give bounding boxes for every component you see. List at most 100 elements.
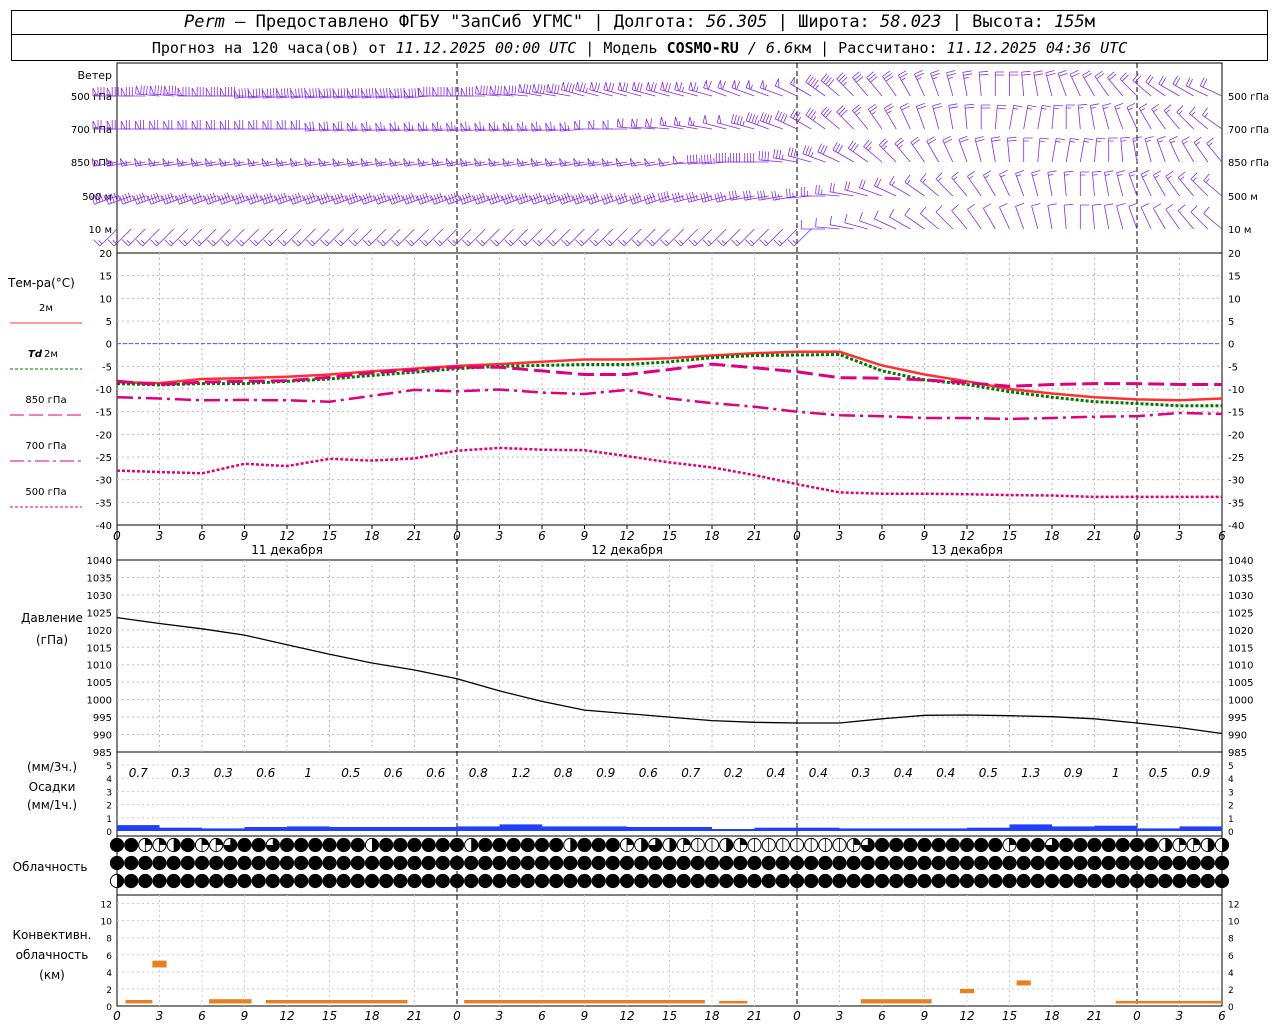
cloud-cover-symbol <box>279 855 295 871</box>
wind-barb <box>403 121 429 132</box>
cloud-cover-symbol <box>676 873 691 889</box>
cloud-cover-quarter-fill <box>1009 838 1017 845</box>
wind-barb <box>446 121 472 132</box>
wind-barb <box>805 74 826 97</box>
conv-tick-left: 10 <box>101 918 113 928</box>
wind-barb <box>277 228 302 247</box>
cloud-cover-symbol <box>690 855 705 871</box>
wind-barb <box>304 121 330 132</box>
wind-barb <box>490 228 514 247</box>
pressure-tick-right: 1030 <box>1228 591 1253 602</box>
cloud-cover-symbol <box>549 855 564 871</box>
cloud-cover-symbol <box>393 873 408 889</box>
temp-tick-right: -30 <box>1228 476 1244 487</box>
pressure-tick-left: 1015 <box>87 643 112 654</box>
conv-tick-right: 12 <box>1228 901 1239 911</box>
cloud-cover-symbol <box>336 873 351 889</box>
cloud-cover-symbol <box>1186 873 1201 889</box>
precip-tick-left: 4 <box>106 775 112 785</box>
precip-bar <box>414 827 457 831</box>
hour-label: 15 <box>1002 529 1017 543</box>
cloud-cover-symbol <box>194 855 210 871</box>
cloud-cover-symbol <box>818 855 833 871</box>
cloud-cover-half-fill <box>570 838 577 852</box>
wind-barb <box>276 87 302 99</box>
wind-barb <box>930 70 941 97</box>
temp-tick-left: -40 <box>96 521 112 532</box>
wind-barb <box>1015 203 1025 230</box>
cloud-cover-quarter-fill <box>627 838 634 845</box>
cloud-cover-symbol <box>1200 855 1215 871</box>
cloud-cover-symbol <box>1144 873 1159 889</box>
wind-barb <box>1189 106 1209 130</box>
wind-barb <box>263 228 288 247</box>
wind-barb <box>1009 71 1019 96</box>
wind-barb <box>645 118 670 130</box>
cloud-cover-symbol <box>676 855 691 871</box>
wind-barb <box>320 228 344 247</box>
temp-tick-left: 15 <box>99 272 112 283</box>
convective-bar <box>464 1000 705 1004</box>
pressure-tick-left: 985 <box>93 748 112 759</box>
cloud-cover-symbol <box>1101 855 1116 871</box>
hour-label-bottom: 21 <box>747 1009 762 1023</box>
wind-barb <box>894 137 911 163</box>
precip-3h-amount: 0.5 <box>979 766 998 780</box>
cloud-cover-half-fill <box>117 874 124 888</box>
wind-barb <box>1114 103 1124 130</box>
pressure-unit: (гПа) <box>36 633 68 647</box>
hour-label: 3 <box>496 529 504 543</box>
cloud-cover-symbol <box>124 837 139 853</box>
wind-barb <box>432 121 458 132</box>
cloud-cover-symbol <box>563 855 578 871</box>
conv-tick-right: 8 <box>1228 935 1234 945</box>
wind-barb <box>1126 103 1138 130</box>
wind-barb <box>504 228 529 247</box>
cloud-cover-symbol <box>591 873 606 889</box>
temp-tick-right: -35 <box>1228 498 1244 509</box>
cloud-cover-symbol <box>322 873 337 889</box>
cloud-cover-symbol <box>577 855 592 871</box>
temp-tick-right: 0 <box>1228 340 1234 351</box>
cloud-cover-symbol <box>605 855 620 871</box>
wind-barb <box>603 228 628 247</box>
wind-barb <box>1051 138 1066 163</box>
cloud-cover-symbol <box>1158 855 1173 871</box>
cloud-cover-symbol <box>350 855 365 871</box>
convective-bar <box>152 960 167 968</box>
wind-barb <box>1128 170 1138 197</box>
precip-tick-left: 2 <box>106 802 112 812</box>
wind-barb <box>882 70 897 97</box>
wind-barb <box>192 228 217 247</box>
cloud-cover-symbol <box>506 855 521 871</box>
convective-bar <box>959 988 975 994</box>
cloud-cover-symbol <box>1087 855 1102 871</box>
wind-barb <box>1132 136 1142 163</box>
wind-barb <box>1151 103 1166 130</box>
hour-label-bottom: 18 <box>1044 1009 1060 1023</box>
wind-barb <box>787 228 812 247</box>
cloud-cover-symbol <box>832 873 847 889</box>
precip-bar <box>1094 825 1137 831</box>
wind-barb <box>249 228 274 247</box>
cloud-cover-symbol <box>322 855 337 871</box>
cloud-cover-symbol <box>563 873 578 889</box>
wind-barb <box>967 203 982 230</box>
wind-barb <box>867 103 883 130</box>
wind-barb <box>1092 170 1102 197</box>
conv-tick-left: 4 <box>106 969 112 979</box>
cloud-cover-symbol <box>662 855 677 871</box>
hour-label: 18 <box>704 529 720 543</box>
cloud-cover-symbol <box>506 837 521 853</box>
wind-barb <box>1092 203 1102 230</box>
hour-label-bottom: 15 <box>662 1009 677 1023</box>
cloud-cover-symbol <box>449 855 465 871</box>
convective-bar <box>125 1000 153 1004</box>
cloud-cover-symbol <box>931 837 946 853</box>
wind-barb <box>205 120 231 130</box>
cloud-cover-symbol <box>308 873 323 889</box>
cloud-cover-symbol <box>1129 855 1145 871</box>
hour-label: 6 <box>1218 529 1226 543</box>
hour-label: 0 <box>793 529 801 543</box>
cloud-cover-quarter-fill <box>1179 838 1187 845</box>
